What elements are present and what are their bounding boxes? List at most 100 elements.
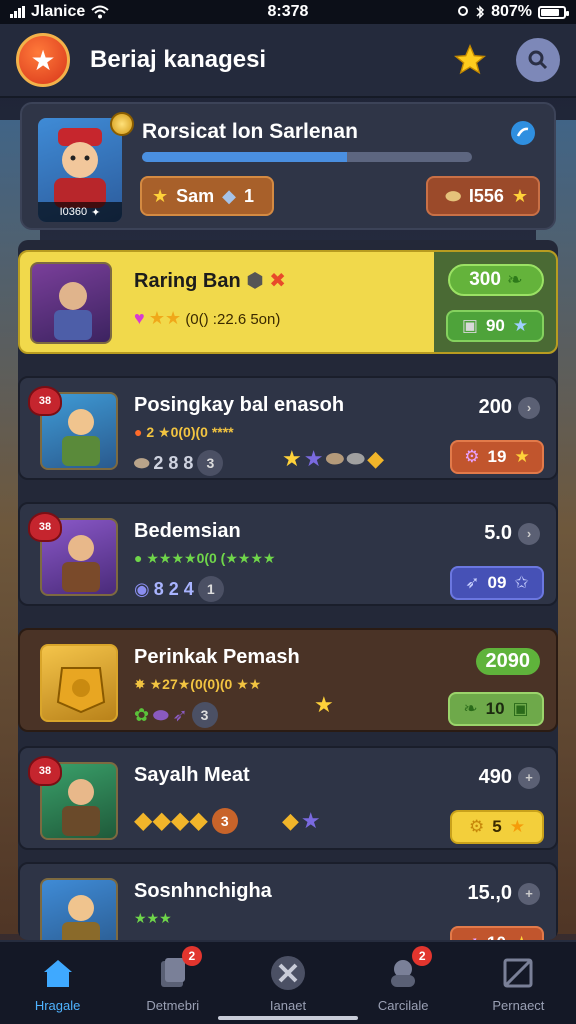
reward-button[interactable]: ❧ 10 ▣ xyxy=(448,692,544,726)
row-hero-icon xyxy=(30,262,112,344)
stone-icon: ⬬ xyxy=(325,446,345,471)
loot-icons: ★ xyxy=(314,692,334,718)
search-button[interactable] xyxy=(516,38,560,82)
list-item[interactable]: Perinkak Pemash ✸ ★27★(0(0)(0 ★★ ✿ ⬬ ➶ 3… xyxy=(18,628,558,732)
reward-value: 5 xyxy=(492,817,502,836)
row-value-text: 200 xyxy=(478,396,512,418)
shield-icon: ⬢ xyxy=(246,270,264,292)
row-stats: ◆◆◆◆ 3 xyxy=(134,806,238,835)
reward-button[interactable]: ⚙ 19 ★ xyxy=(450,440,544,474)
player-avatar[interactable]: I0360 ✦ xyxy=(38,118,122,222)
row-title: Perinkak Pemash xyxy=(134,646,300,668)
loot-icons: ◆ ★ xyxy=(282,808,321,834)
profile-card[interactable]: I0360 ✦ Rorsicat lon Sarlenan ★ Sam ◆ 1 … xyxy=(20,102,556,230)
reward-button[interactable]: ⚙ 5 ★ xyxy=(450,810,544,844)
reward-panel: 300 ❧ ▣ 90 ★ xyxy=(434,252,556,352)
row-title: Bedemsian xyxy=(134,520,241,542)
cards-icon: 2 xyxy=(154,945,202,992)
xp-progress-fill xyxy=(142,152,347,162)
row-title-text: Raring Ban xyxy=(134,270,241,292)
row-value: 15.,0 + xyxy=(468,882,540,905)
list-item[interactable]: 38 Bedemsian ● ★★★★0(0 (★★★★ ◉ 8 2 4 1 5… xyxy=(18,502,558,606)
box-icon: ▣ xyxy=(512,699,529,718)
row-value-text: 2090 xyxy=(475,648,540,675)
star-icon: ★ xyxy=(514,933,529,940)
share-icon xyxy=(511,121,535,145)
chevron-right-icon[interactable]: › xyxy=(518,522,540,545)
leaf-icon: ✿ xyxy=(134,704,150,725)
row-subtitle: ● 2 ★0(0)(0 **** xyxy=(134,424,234,441)
list-item[interactable]: Raring Ban ⬢ ✖ ♥ ★★ (0() :22.6 5on) 300 … xyxy=(18,250,558,354)
row-title: Sosnhnchigha xyxy=(134,880,272,902)
reward-value: 10 xyxy=(487,933,506,940)
nav-label: Hragale xyxy=(34,997,81,1013)
orb-icon: ◉ xyxy=(134,578,150,599)
list-item[interactable]: 38 Posingkay bal enasoh ● 2 ★0(0)(0 ****… xyxy=(18,376,558,480)
row-subtitle-text: (0() :22.6 5on) xyxy=(185,311,281,328)
star-icon: ★ xyxy=(152,185,169,206)
reward-bottom-button[interactable]: ▣ 90 ★ xyxy=(446,310,544,342)
nav-label: Ianaet xyxy=(269,997,307,1013)
row-counts: 2 8 8 xyxy=(153,452,194,473)
favorite-button[interactable] xyxy=(450,40,490,80)
gold-nugget-icon: ◆ xyxy=(367,446,384,471)
xp-progress-bar xyxy=(142,152,472,162)
chip-left-value: 1 xyxy=(244,185,255,206)
reward-top-button[interactable]: 300 ❧ xyxy=(448,264,544,296)
add-icon[interactable]: + xyxy=(518,766,540,789)
list-item[interactable]: 38 Sayalh Meat ◆◆◆◆ 3 ◆ ★ 490 + ⚙ 5 ★ xyxy=(18,746,558,850)
feather-icon: ➶ xyxy=(465,933,479,940)
chevron-right-icon[interactable]: › xyxy=(518,396,540,419)
gold-star-icon xyxy=(454,44,486,75)
star-icon: ★ xyxy=(282,446,302,471)
nav-item-map[interactable]: Pernaect xyxy=(461,942,576,1024)
row-value-text: 490 xyxy=(478,766,512,788)
nav-item-battle[interactable]: Ianaet xyxy=(230,942,345,1024)
star-icon: ★ xyxy=(509,817,525,836)
row-value: 5.0 › xyxy=(484,522,540,545)
row-subtitle: ✸ ★27★(0(0)(0 ★★ xyxy=(134,676,261,693)
stone-icon: ⬬ xyxy=(445,185,461,206)
nav-item-guild[interactable]: 2 Carcilale xyxy=(346,942,461,1024)
rank-badge: 38 xyxy=(28,756,62,786)
coin-badge-icon xyxy=(110,112,134,136)
row-value: 2090 xyxy=(475,648,540,675)
quest-list: Raring Ban ⬢ ✖ ♥ ★★ (0() :22.6 5on) 300 … xyxy=(18,240,558,940)
reward-value: 19 xyxy=(487,447,507,466)
add-icon[interactable]: + xyxy=(518,882,540,905)
crossed-swords-icon xyxy=(269,954,307,992)
leaf-icon: ● xyxy=(134,550,143,566)
reward-button[interactable]: ➶ 09 ✩ xyxy=(450,566,544,600)
reward-button[interactable]: ➶ 10 ★ xyxy=(450,926,544,940)
map-icon xyxy=(499,954,537,992)
nav-item-home[interactable]: Hragale xyxy=(0,942,115,1024)
back-button[interactable]: ★ xyxy=(16,33,70,87)
home-icon xyxy=(39,954,77,992)
star-icon: ★ xyxy=(511,185,528,206)
reward-bottom-value: 90 xyxy=(485,316,505,335)
row-stats: ✿ ⬬ ➶ 3 xyxy=(134,702,218,728)
leaf-icon: ❧ xyxy=(506,269,523,291)
row-stats: ⬬ 2 8 8 3 xyxy=(134,450,224,476)
loot-icons: ★ ★ ⬬ ⬬ ◆ xyxy=(282,446,384,472)
nav-item-cards[interactable]: 2 Detmebri xyxy=(115,942,230,1024)
cube-icon: ▣ xyxy=(461,316,478,335)
bluetooth-icon xyxy=(476,5,485,19)
star-icon: ✩ xyxy=(514,573,529,592)
feather-icon: ➶ xyxy=(172,704,188,725)
currency-chip-left[interactable]: ★ Sam ◆ 1 xyxy=(140,176,274,216)
settings-gear-icon: ✦ xyxy=(91,206,101,219)
currency-chip-right[interactable]: ⬬ I556 ★ xyxy=(426,176,540,216)
share-button[interactable] xyxy=(508,118,538,148)
heart-icon: ♥ xyxy=(134,308,145,328)
row-value-text: 15.,0 xyxy=(467,882,512,904)
nav-label: Pernaect xyxy=(492,997,545,1013)
row-value-text: 5.0 xyxy=(484,522,512,544)
row-value: 200 › xyxy=(479,396,540,419)
wifi-icon xyxy=(91,5,109,19)
bottom-nav: Hragale 2 Detmebri Ianaet 2 Carcilale Pe… xyxy=(0,940,576,1024)
count-circle: 3 xyxy=(191,702,218,728)
row-stats: ◉ 8 2 4 1 xyxy=(134,576,224,602)
list-item[interactable]: Sosnhnchigha ★★★ 15.,0 + ➶ 10 ★ xyxy=(18,862,558,940)
profile-name: Rorsicat lon Sarlenan xyxy=(142,120,358,143)
